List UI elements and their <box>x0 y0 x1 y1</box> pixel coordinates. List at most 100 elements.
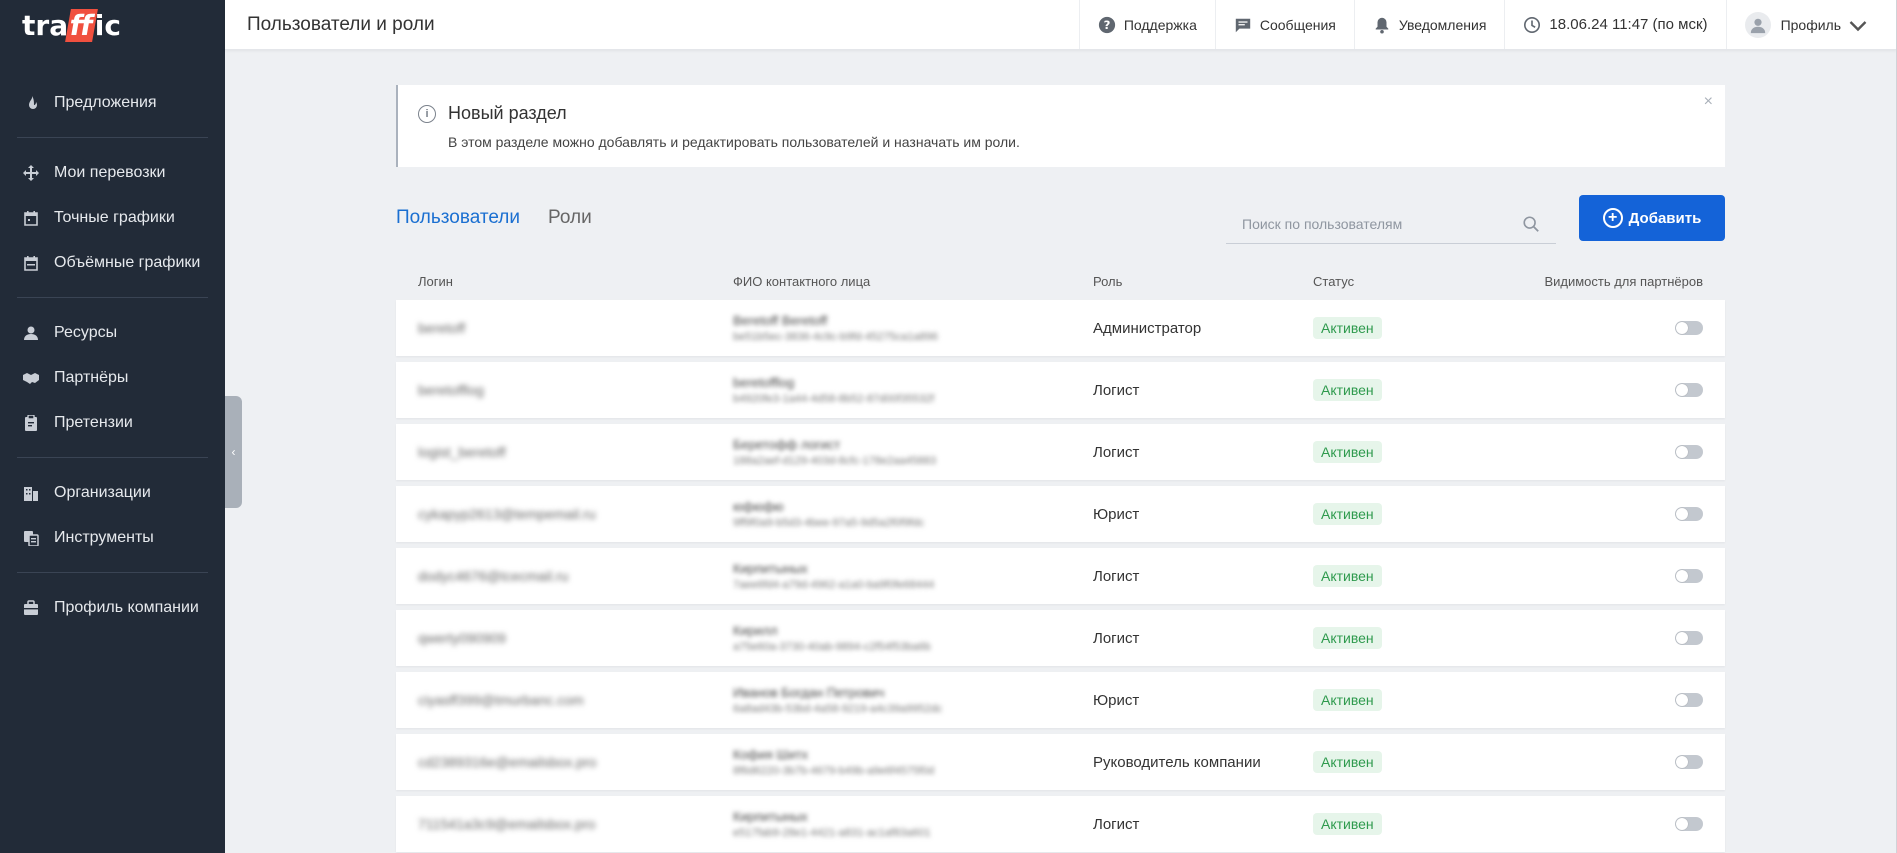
toolbar: Пользователи Роли + Добавить <box>396 182 1725 262</box>
alert-title: Новый раздел <box>448 103 567 123</box>
cell-login: beretofflog <box>418 382 484 398</box>
logo[interactable]: traffic <box>0 0 225 50</box>
messages-link[interactable]: Сообщения <box>1214 0 1354 49</box>
sidebar-item[interactable]: Профиль компании <box>0 585 225 630</box>
arrows-icon <box>22 164 40 182</box>
contact-name: Кирпитыных <box>733 561 808 576</box>
cell-login: cykapyp2613@tempemail.ru <box>418 506 596 522</box>
table-header: Логин ФИО контактного лица Роль Статус В… <box>396 262 1725 300</box>
visibility-toggle[interactable] <box>1675 507 1703 521</box>
contact-name: Кирилл <box>733 623 778 638</box>
column-header-status[interactable]: Статус <box>1313 274 1463 289</box>
cell-visibility <box>1463 321 1725 335</box>
cell-visibility <box>1463 755 1725 769</box>
visibility-toggle[interactable] <box>1675 321 1703 335</box>
sidebar-collapse-handle[interactable]: ‹ <box>225 396 242 508</box>
cell-status: Активен <box>1313 689 1463 711</box>
contact-id: e517fab9-28e1-4421-a831-ac1af83a601 <box>733 827 931 839</box>
visibility-toggle[interactable] <box>1675 693 1703 707</box>
sidebar-nav: Предложения Мои перевозки Точные графики Об… <box>0 50 225 630</box>
cell-role: Логист <box>1093 443 1140 461</box>
sidebar-item[interactable]: Ресурсы <box>0 310 225 355</box>
sidebar-item[interactable]: Объёмные графики <box>0 240 225 285</box>
column-header-login[interactable]: Логин <box>418 274 733 289</box>
sidebar-item[interactable]: Предложения <box>0 80 225 125</box>
column-header-role[interactable]: Роль <box>1093 274 1313 289</box>
message-icon <box>1235 18 1251 32</box>
table-row[interactable]: 711541a3c9@emailsbox.pro Кирпитыных e517fa… <box>396 796 1725 852</box>
add-user-button[interactable]: + Добавить <box>1579 195 1725 241</box>
info-icon: i <box>418 104 436 123</box>
cell-fio: beretofflog b4920fe3-1a44-4d58-8b52-87d00… <box>733 375 1093 405</box>
cell-status: Активен <box>1313 379 1463 401</box>
table-row[interactable]: cykapyp2613@tempemail.ru юфюфю 9ff9f0a9-b5… <box>396 486 1725 542</box>
sidebar-item-label: Инструменты <box>54 528 154 546</box>
visibility-toggle[interactable] <box>1675 569 1703 583</box>
notifications-link[interactable]: Уведомления <box>1353 0 1505 49</box>
add-button-label: Добавить <box>1628 209 1702 227</box>
cell-fio: Кирпитыных 7aee6fd4-a79d-4962-a1a0-ba9f0f… <box>733 561 1093 591</box>
cell-fio: Беретофф логист 188a2aef-d129-403d-8cfc-1… <box>733 437 1093 467</box>
table-row[interactable]: dodyc4676@tcecmail.ru Кирпитыных 7aee6fd4-… <box>396 548 1725 604</box>
table-row[interactable]: beretoff Beretoff Beretoff be51b5ec-3836-4… <box>396 300 1725 356</box>
main-content: i Новый раздел В этом разделе можно доба… <box>396 85 1725 853</box>
cell-role: Юрист <box>1093 505 1140 523</box>
cell-login: 711541a3c9@emailsbox.pro <box>418 816 596 832</box>
contact-id: 6a8ad43b-53bd-4a58-9219-a4c39a9952dc <box>733 703 943 715</box>
tab-users[interactable]: Пользователи <box>396 207 520 229</box>
table-row[interactable]: beretofflog beretofflog b4920fe3-1a44-4d58… <box>396 362 1725 418</box>
sidebar: traffic Предложения Мои перевозки Точные г… <box>0 0 225 853</box>
logo-text: traffic <box>22 8 121 42</box>
sidebar-item[interactable]: Партнёры <box>0 355 225 400</box>
sidebar-item-label: Ресурсы <box>54 323 118 341</box>
search-icon[interactable] <box>1522 215 1540 233</box>
table-row[interactable]: ciyasff399@tmurbanc.com Иванов Богдан Пет… <box>396 672 1725 728</box>
cell-role: Администратор <box>1093 319 1202 337</box>
building-icon <box>22 484 40 502</box>
bell-icon <box>1375 17 1389 34</box>
sidebar-item[interactable]: Инструменты <box>0 515 225 560</box>
contact-id: 9ff9f0a9-b5d3-4bee-97a5-9d5a2f0f9fdc <box>733 517 925 529</box>
contact-name: Иванов Богдан Петрович <box>733 685 885 700</box>
cell-status: Активен <box>1313 751 1463 773</box>
visibility-toggle[interactable] <box>1675 383 1703 397</box>
profile-menu[interactable]: Профиль <box>1725 0 1897 49</box>
question-icon: ? <box>1098 16 1115 33</box>
cell-status: Активен <box>1313 503 1463 525</box>
cell-fio: юфюфю 9ff9f0a9-b5d3-4bee-97a5-9d5a2f0f9fd… <box>733 499 1093 529</box>
table-row[interactable]: logist_beretoff Беретофф логист 188a2aef-d… <box>396 424 1725 480</box>
cell-login: ciyasff399@tmurbanc.com <box>418 692 584 708</box>
status-badge: Активен <box>1313 503 1382 525</box>
visibility-toggle[interactable] <box>1675 631 1703 645</box>
close-icon[interactable]: × <box>1704 93 1713 111</box>
table-row[interactable]: qwerty090909 Кирилл a75e60a-3730-40ab-9894… <box>396 610 1725 666</box>
table-row[interactable]: cd2389316e@emailsbox.pro Кофия Шитх 8f6d62… <box>396 734 1725 790</box>
support-link[interactable]: ? Поддержка <box>1078 0 1215 49</box>
visibility-toggle[interactable] <box>1675 445 1703 459</box>
contact-id: a75e60a-3730-40ab-9894-c2f54f53ba6b <box>733 641 931 653</box>
cell-visibility <box>1463 383 1725 397</box>
cell-login: dodyc4676@tcecmail.ru <box>418 568 569 584</box>
visibility-toggle[interactable] <box>1675 755 1703 769</box>
sidebar-item[interactable]: Организации <box>0 470 225 515</box>
info-alert: i Новый раздел В этом разделе можно доба… <box>396 85 1725 167</box>
cell-status: Активен <box>1313 317 1463 339</box>
tab-roles[interactable]: Роли <box>548 207 592 229</box>
status-badge: Активен <box>1313 565 1382 587</box>
contact-name: Кофия Шитх <box>733 747 809 762</box>
cell-visibility <box>1463 569 1725 583</box>
sidebar-item[interactable]: Мои перевозки <box>0 150 225 195</box>
chevron-down-icon <box>1849 20 1867 31</box>
messages-label: Сообщения <box>1259 16 1336 33</box>
users-table-body: beretoff Beretoff Beretoff be51b5ec-3836-4… <box>396 300 1725 852</box>
sidebar-item[interactable]: Точные графики <box>0 195 225 240</box>
sidebar-item[interactable]: Претензии <box>0 400 225 445</box>
plus-circle-icon: + <box>1602 208 1623 228</box>
visibility-toggle[interactable] <box>1675 817 1703 831</box>
sidebar-item-label: Предложения <box>54 93 157 111</box>
search-input[interactable] <box>1242 215 1522 232</box>
column-header-visibility[interactable]: Видимость для партнёров <box>1463 274 1725 289</box>
column-header-fio[interactable]: ФИО контактного лица <box>733 274 1093 289</box>
cell-role: Логист <box>1093 815 1140 833</box>
cell-fio: Кофия Шитх 8f6d6220-3b7b-4679-b49b-a9e6f4… <box>733 747 1093 777</box>
